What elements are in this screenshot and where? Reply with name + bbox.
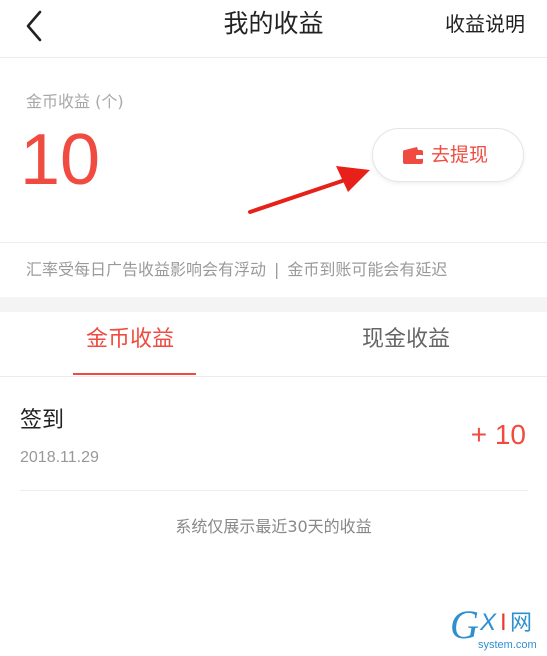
svg-text:G: G	[450, 602, 479, 647]
annotation-arrow	[248, 166, 370, 214]
section-spacer	[0, 297, 547, 312]
withdraw-button[interactable]: 去提现	[372, 128, 524, 182]
notice-rate-text: 汇率受每日广告收益影响会有浮动	[26, 260, 267, 279]
site-watermark-logo: G X I 网 system.com	[450, 602, 537, 651]
earnings-explanation-link[interactable]: 收益说明	[445, 10, 525, 38]
history-range-note: 系统仅展示最近30天的收益	[175, 517, 372, 536]
svg-text:I: I	[500, 609, 507, 636]
notice-divider: |	[274, 260, 280, 279]
divider	[0, 242, 547, 243]
top-bar: 我的收益 收益说明	[0, 0, 547, 58]
record-title: 签到	[20, 408, 65, 433]
svg-text:X: X	[479, 609, 497, 636]
exchange-rate-notice: 汇率受每日广告收益影响会有浮动 | 金币到账可能会有延迟	[26, 258, 447, 282]
tab-coin-earnings[interactable]: 金币收益	[86, 324, 174, 356]
svg-text:system.com: system.com	[478, 639, 537, 651]
earnings-tabs: 金币收益 现金收益	[0, 312, 547, 377]
withdraw-label: 去提现	[431, 144, 489, 166]
notice-delay-text: 金币到账可能会有延迟	[287, 260, 448, 279]
svg-text:网: 网	[510, 611, 532, 636]
list-item: 签到 2018.11.29 + 10	[20, 378, 528, 491]
coin-earnings-amount: 10	[20, 120, 101, 200]
record-amount: + 10	[470, 419, 526, 450]
wallet-icon	[403, 147, 423, 164]
record-date: 2018.11.29	[20, 449, 99, 466]
coin-earnings-label: 金币收益 (个)	[26, 92, 124, 111]
active-tab-indicator	[73, 373, 196, 375]
tab-cash-earnings[interactable]: 现金收益	[362, 324, 450, 356]
